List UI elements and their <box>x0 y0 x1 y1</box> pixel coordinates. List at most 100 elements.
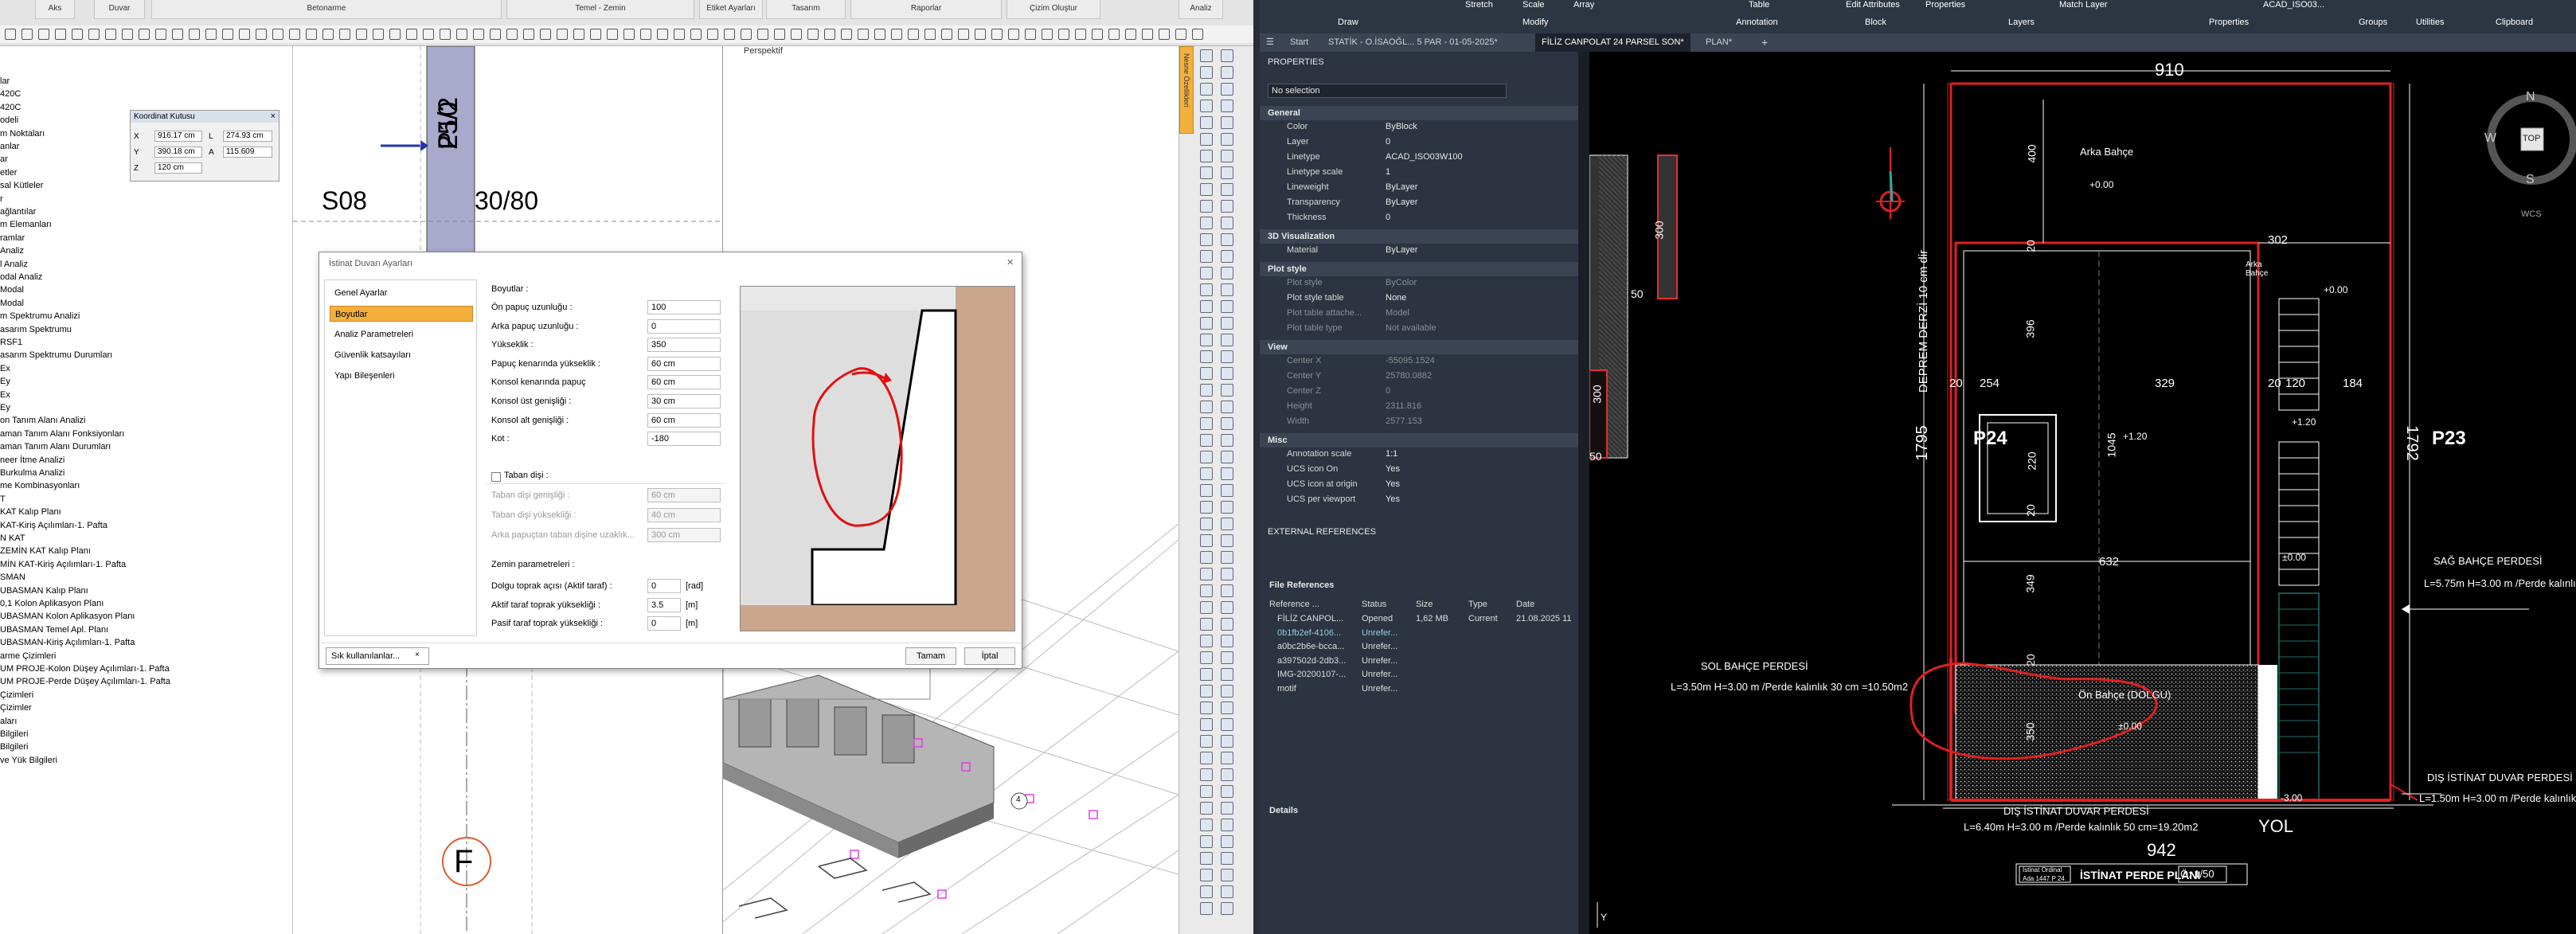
prop-value[interactable]: ByLayer <box>1386 182 1417 192</box>
toolbar-icon[interactable] <box>155 29 166 40</box>
side-tool-icon[interactable] <box>1200 183 1213 196</box>
side-tool-icon[interactable] <box>1200 367 1213 380</box>
prop-value[interactable]: ByLayer <box>1386 245 1417 255</box>
side-tool-icon[interactable] <box>1221 367 1233 380</box>
side-tool-icon[interactable] <box>1200 233 1213 246</box>
toolbar-icon[interactable] <box>88 29 100 40</box>
side-tool-icon[interactable] <box>1200 735 1213 748</box>
toolbar-icon[interactable] <box>339 29 350 40</box>
toolbar-icon[interactable] <box>774 29 785 40</box>
coord-x-field[interactable]: 916.17 cm <box>154 131 202 142</box>
taban-field-input[interactable]: 300 cm <box>647 528 721 542</box>
side-tool-icon[interactable] <box>1221 467 1233 480</box>
prop-value[interactable]: ByBlock <box>1386 122 1417 131</box>
side-tool-icon[interactable] <box>1200 317 1213 330</box>
side-tool-icon[interactable] <box>1221 902 1233 915</box>
tree-item[interactable]: KAT Kalıp Planı <box>0 507 61 517</box>
tree-item[interactable]: UBASMAN Kolon Aplikasyon Planı <box>0 612 135 621</box>
side-tool-icon[interactable] <box>1200 835 1213 848</box>
side-tool-icon[interactable] <box>1200 133 1213 146</box>
tree-item[interactable]: ağlantılar <box>0 207 36 217</box>
tree-item[interactable]: RSF1 <box>0 338 22 347</box>
xref-col-header[interactable]: Reference ... <box>1269 600 1319 609</box>
toolbar-icon[interactable] <box>707 29 718 40</box>
prop-value[interactable]: 2311.816 <box>1386 401 1421 411</box>
side-tool-icon[interactable] <box>1221 534 1233 547</box>
selection-dropdown[interactable]: No selection <box>1268 84 1507 98</box>
tree-item[interactable]: r <box>0 194 3 204</box>
xref-cell[interactable]: Unrefer... <box>1362 628 1397 638</box>
side-tool-icon[interactable] <box>1221 166 1233 179</box>
side-tool-icon[interactable] <box>1221 835 1233 848</box>
side-tab[interactable]: Nesne Özellikleri <box>1179 46 1194 134</box>
toolbar-icon[interactable] <box>975 29 986 40</box>
side-tool-icon[interactable] <box>1200 534 1213 547</box>
tree-item[interactable]: 420C <box>0 89 21 99</box>
tree-item[interactable]: UBASMAN Temel Apl. Planı <box>0 625 108 635</box>
toolbar-icon[interactable] <box>1075 29 1086 40</box>
prop-value[interactable]: Yes <box>1386 479 1400 489</box>
tree-item[interactable]: Modal <box>0 285 24 295</box>
prop-value[interactable]: 1 <box>1386 167 1390 177</box>
toolbar-icon[interactable] <box>21 29 33 40</box>
toolbar-icon[interactable] <box>841 29 852 40</box>
toolbar-icon[interactable] <box>172 29 183 40</box>
side-tool-icon[interactable] <box>1200 701 1213 714</box>
side-tool-icon[interactable] <box>1200 819 1213 831</box>
prop-value[interactable]: 0 <box>1386 386 1390 396</box>
field-input[interactable]: 0 <box>647 318 721 334</box>
nav-boyutlar[interactable]: Boyutlar <box>330 306 473 322</box>
field-input[interactable]: 100 <box>647 300 721 315</box>
xref-col-header[interactable]: Type <box>1468 600 1487 609</box>
side-tool-icon[interactable] <box>1200 668 1213 681</box>
side-tool-icon[interactable] <box>1200 200 1213 213</box>
ribbon-panel-layers[interactable]: Layers <box>2008 18 2035 27</box>
ribbon-group-analiz[interactable]: Analiz <box>1179 0 1223 19</box>
toolbar-icon[interactable] <box>256 29 267 40</box>
side-tool-icon[interactable] <box>1200 166 1213 179</box>
side-tool-icon[interactable] <box>1200 902 1213 915</box>
side-tool-icon[interactable] <box>1221 668 1233 681</box>
side-tool-icon[interactable] <box>1221 183 1233 196</box>
side-tool-icon[interactable] <box>1221 785 1233 798</box>
toolbar-icon[interactable] <box>506 29 518 40</box>
toolbar-icon[interactable] <box>757 29 768 40</box>
xref-cell[interactable]: 21.08.2025 11 <box>1516 614 1572 623</box>
side-tool-icon[interactable] <box>1221 869 1233 881</box>
tree-item[interactable]: m Spektrumu Analizi <box>0 311 80 321</box>
ok-button[interactable]: Tamam <box>905 647 956 665</box>
toolbar-icon[interactable] <box>272 29 283 40</box>
tab-statik[interactable]: STATİK - O.İSAOĞL... 5 PAR - 01-05-2025* <box>1322 33 1533 52</box>
tree-item[interactable]: Ex <box>0 390 10 400</box>
side-tool-icon[interactable] <box>1221 401 1233 413</box>
props-section-misc[interactable]: Misc <box>1260 433 1578 447</box>
toolbar-icon[interactable] <box>289 29 300 40</box>
side-tool-icon[interactable] <box>1221 802 1233 815</box>
tree-item[interactable]: Bilgileri <box>0 742 28 752</box>
tree-item[interactable]: UBASMAN-Kiriş Açılımları-1. Pafta <box>0 638 135 647</box>
toolbar-icon[interactable] <box>122 29 133 40</box>
toolbar-icon[interactable] <box>1008 29 1019 40</box>
side-tool-icon[interactable] <box>1200 635 1213 647</box>
favorites-clear-icon[interactable]: × <box>415 651 420 659</box>
toolbar-icon[interactable] <box>1142 29 1153 40</box>
ribbon-panel-annotation[interactable]: Annotation <box>1736 18 1778 27</box>
toolbar-icon[interactable] <box>205 29 217 40</box>
prop-value[interactable]: 25780.0882 <box>1386 371 1432 381</box>
side-tool-icon[interactable] <box>1200 651 1213 664</box>
side-tool-icon[interactable] <box>1221 752 1233 764</box>
side-tool-icon[interactable] <box>1221 651 1233 664</box>
nav-guvenlik[interactable]: Güvenlik katsayıları <box>330 347 473 363</box>
xref-cell[interactable]: Opened <box>1362 614 1393 623</box>
toolbar-icon[interactable] <box>72 29 83 40</box>
prop-value[interactable]: Model <box>1386 308 1409 318</box>
tree-item[interactable]: ZEMİN KAT Kalıp Planı <box>0 546 91 556</box>
toolbar-icon[interactable] <box>473 29 484 40</box>
side-tool-icon[interactable] <box>1221 116 1233 129</box>
side-tool-icon[interactable] <box>1221 233 1233 246</box>
zemin-field-input[interactable]: 0 <box>647 616 681 631</box>
prop-value[interactable]: ByColor <box>1386 278 1417 287</box>
tab-start[interactable]: Start <box>1284 33 1315 52</box>
toolbar-icon[interactable] <box>5 29 16 40</box>
side-tool-icon[interactable] <box>1221 217 1233 229</box>
